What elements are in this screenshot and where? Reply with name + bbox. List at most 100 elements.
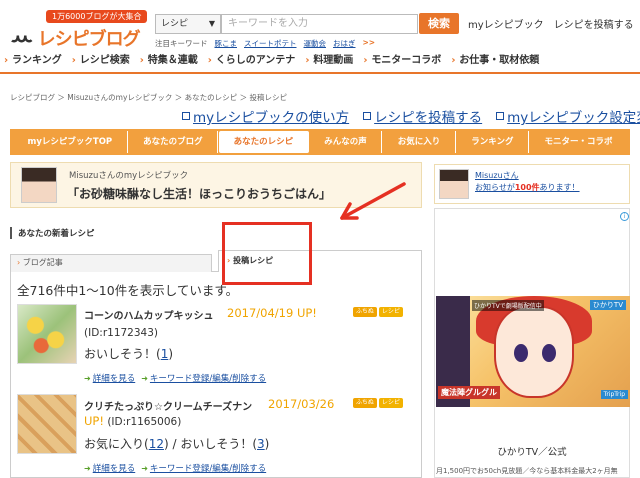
recipe-id: (ID:r1165006) bbox=[107, 416, 182, 428]
tab-ranking[interactable]: ランキング bbox=[456, 131, 529, 153]
post-recipe-top-link[interactable]: レシピを投稿する bbox=[363, 106, 482, 126]
favorite-label: お気に入り( bbox=[84, 437, 149, 451]
ad-caption: ひかりTVで劇場版配信中 bbox=[472, 300, 544, 311]
edit-keyword-link[interactable]: キーワード登録/編集/削除する bbox=[141, 372, 266, 384]
ad-info-icon[interactable]: i bbox=[620, 212, 629, 221]
subtab-blog-label: ブログ記事 bbox=[22, 258, 63, 267]
notice-suffix: あります！ bbox=[539, 183, 580, 192]
recipe-thumbnail[interactable] bbox=[17, 304, 77, 364]
chevron-down-icon: ▼ bbox=[208, 19, 215, 28]
chevron-right-icon: › bbox=[17, 258, 21, 267]
recipe-badges: ふちぬ レシピ bbox=[353, 307, 403, 317]
side-user-name[interactable]: Misuzuさん bbox=[475, 170, 519, 181]
annotation-arrow-icon bbox=[340, 182, 406, 220]
search-category-value: レシピ bbox=[161, 19, 189, 29]
logo-text: レシピブログ bbox=[37, 29, 141, 50]
gnav-item-antenna[interactable]: くらしのアンテナ bbox=[204, 52, 302, 70]
recipe-id-row: UP! (ID:r1165006) bbox=[84, 414, 181, 428]
recipe-reactions: おいしそう！(1) bbox=[84, 345, 173, 362]
recipe-title-link[interactable]: コーンのハムカップキッシュ bbox=[84, 307, 214, 322]
chef-hat-icon: ꕀ bbox=[10, 23, 34, 53]
tab-top[interactable]: myレシピブックTOP bbox=[13, 131, 128, 153]
notification-link[interactable]: お知らせが100件あります！ bbox=[475, 182, 580, 193]
ad-brand[interactable]: ひかりTV／公式 bbox=[434, 444, 630, 458]
section-title: あなたの新着レシピ bbox=[10, 227, 95, 239]
badge-fuchinu: ふちぬ bbox=[353, 398, 377, 408]
annotation-highlight-box bbox=[222, 222, 312, 285]
search-input[interactable]: キーワードを入力 bbox=[221, 14, 418, 34]
ad-image[interactable]: ひかりTVで劇場版配信中 ひかりTV 魔法陣グルグル TripTrip bbox=[436, 296, 630, 407]
keyword-link[interactable]: おはぎ bbox=[333, 38, 356, 49]
top-links: myレシピブックの使い方 レシピを投稿する myレシピブック設定変更 bbox=[182, 106, 640, 126]
tab-your-blog[interactable]: あなたのブログ bbox=[128, 131, 219, 153]
square-icon bbox=[363, 112, 372, 120]
gnav-item-jobs[interactable]: お仕事・取材依頼 bbox=[447, 52, 545, 70]
header-links: myレシピブック レシピを投稿する bbox=[468, 16, 634, 31]
ad-logo: ひかりTV bbox=[589, 300, 626, 310]
settings-link[interactable]: myレシピブック設定変更 bbox=[496, 106, 640, 126]
nav-divider bbox=[0, 72, 640, 74]
gnav-item-features[interactable]: 特集＆連載 bbox=[136, 52, 204, 70]
keyword-link[interactable]: スイートポテト bbox=[244, 38, 297, 49]
reaction-suffix: ) bbox=[264, 437, 270, 451]
ad-character-face bbox=[494, 306, 574, 398]
avatar[interactable] bbox=[439, 169, 469, 199]
avatar[interactable] bbox=[21, 167, 57, 203]
recipe-title-link[interactable]: クリチたっぷり☆クリームチーズナン bbox=[84, 398, 252, 413]
global-nav: ランキング レシピ検索 特集＆連載 くらしのアンテナ 料理動画 モニターコラボ … bbox=[0, 52, 640, 70]
tab-voices[interactable]: みんなの声 bbox=[309, 131, 383, 153]
myrecipebook-link[interactable]: myレシピブック bbox=[468, 16, 544, 31]
tab-favorites[interactable]: お気に入り bbox=[383, 131, 456, 153]
recipe-reactions: お気に入り(12) / おいしそう！(3) bbox=[84, 435, 269, 452]
tab-monitor[interactable]: モニター・コラボ bbox=[529, 131, 627, 153]
profile-blog-title: 「お砂糖味醂なし生活！ほっこりおうちごはん」 bbox=[67, 187, 332, 201]
attention-label: 注目キーワード bbox=[155, 39, 208, 48]
view-detail-link[interactable]: 詳細を見る bbox=[84, 462, 136, 474]
badge-recipe: レシピ bbox=[378, 398, 403, 408]
search-category-select[interactable]: レシピ ▼ bbox=[155, 14, 221, 34]
square-icon bbox=[496, 112, 505, 120]
ad-character-eye bbox=[514, 344, 528, 362]
recipe-id: (ID:r1172343) bbox=[84, 327, 158, 339]
ad-title: 魔法陣グルグル bbox=[438, 386, 500, 399]
tab-your-recipes[interactable]: あなたのレシピ bbox=[219, 131, 309, 153]
search-button[interactable]: 検索 bbox=[419, 13, 459, 34]
post-recipe-link-label: レシピを投稿する bbox=[374, 110, 483, 126]
recipe-actions: 詳細を見る キーワード登録/編集/削除する bbox=[84, 462, 266, 474]
keyword-link[interactable]: 運動会 bbox=[304, 38, 327, 49]
recipe-badges: ふちぬ レシピ bbox=[353, 398, 403, 408]
reaction-label: おいしそう！( bbox=[84, 347, 161, 361]
subtab-blog-posts[interactable]: › ブログ記事 bbox=[10, 254, 212, 272]
mybook-tabs: myレシピブックTOP あなたのブログ あなたのレシピ みんなの声 お気に入り … bbox=[10, 129, 630, 155]
howto-link[interactable]: myレシピブックの使い方 bbox=[182, 106, 349, 126]
gnav-item-ranking[interactable]: ランキング bbox=[0, 52, 68, 70]
gnav-item-recipe-search[interactable]: レシピ検索 bbox=[68, 52, 136, 70]
more-keywords-link[interactable]: >> bbox=[363, 38, 376, 49]
profile-owner: Misuzuさんのmyレシピブック bbox=[69, 171, 189, 181]
howto-link-label: myレシピブックの使い方 bbox=[193, 110, 350, 126]
recipe-actions: 詳細を見る キーワード登録/編集/削除する bbox=[84, 372, 266, 384]
ad-description: 月1,500円でお50ch見放題／今なら基本料金最大2ヶ月無 bbox=[436, 467, 618, 475]
attention-keywords: 注目キーワード 豚こま スイートポテト 運動会 おはぎ >> bbox=[155, 38, 375, 49]
breadcrumb[interactable]: レシピブログ ＞ Misuzuさんのmyレシピブック ＞ あなたのレシピ ＞ 投… bbox=[10, 92, 287, 103]
settings-link-label: myレシピブック設定変更 bbox=[507, 110, 640, 126]
tagline-badge: 1万6000ブログが大集合 bbox=[46, 10, 148, 23]
ad-tag: TripTrip bbox=[600, 390, 628, 399]
reaction-label: ) / おいしそう！( bbox=[163, 437, 258, 451]
gnav-item-videos[interactable]: 料理動画 bbox=[301, 52, 359, 70]
ad-character-eye bbox=[542, 344, 556, 362]
post-recipe-link[interactable]: レシピを投稿する bbox=[554, 16, 634, 31]
favorite-count-link[interactable]: 12 bbox=[149, 437, 164, 451]
view-detail-link[interactable]: 詳細を見る bbox=[84, 372, 136, 384]
badge-recipe: レシピ bbox=[378, 307, 403, 317]
square-icon bbox=[182, 112, 190, 120]
keyword-link[interactable]: 豚こま bbox=[215, 38, 238, 49]
reaction-count-link[interactable]: 3 bbox=[257, 437, 265, 451]
gnav-item-monitor[interactable]: モニターコラボ bbox=[359, 52, 447, 70]
edit-keyword-link[interactable]: キーワード登録/編集/削除する bbox=[141, 462, 266, 474]
recipe-date-suffix: UP! bbox=[84, 414, 104, 428]
site-logo[interactable]: ꕀ レシピブログ bbox=[10, 23, 141, 53]
recipe-thumbnail[interactable] bbox=[17, 394, 77, 454]
side-profile-box: Misuzuさん お知らせが100件あります！ bbox=[434, 164, 630, 204]
reaction-suffix: ) bbox=[168, 347, 174, 361]
